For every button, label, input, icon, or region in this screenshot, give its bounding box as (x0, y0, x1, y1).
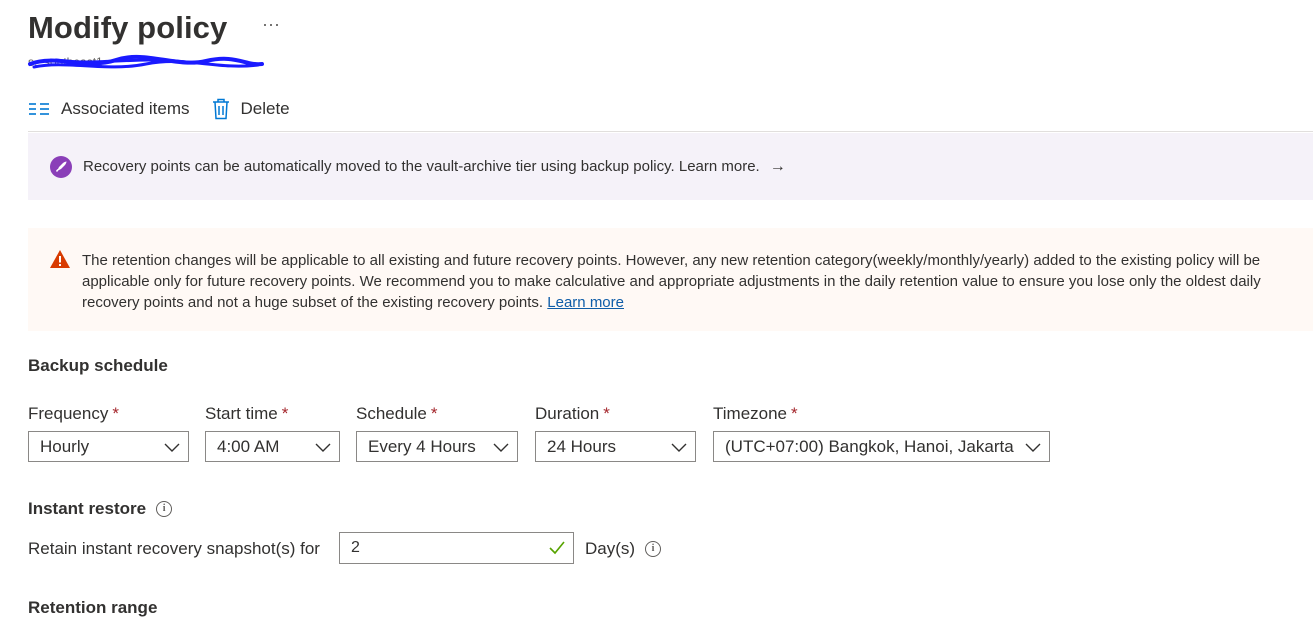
backup-schedule-heading: Backup schedule (28, 356, 168, 375)
instant-restore-heading: Instant restore i (28, 499, 173, 519)
redaction-scribble (28, 54, 264, 69)
checkmark-icon (549, 541, 565, 555)
page-title: Modify policy (28, 10, 228, 45)
rocket-icon (50, 155, 72, 178)
days-unit-label: Day(s) (585, 539, 636, 558)
start-time-value: 4:00 AM (217, 436, 280, 456)
retain-days-input[interactable] (339, 532, 574, 564)
duration-dropdown[interactable]: 24 Hours (535, 431, 696, 462)
chevron-down-icon (671, 443, 687, 452)
warning-text: The retention changes will be applicable… (82, 252, 1261, 311)
schedule-dropdown[interactable]: Every 4 Hours (356, 431, 518, 462)
info-banner-arrow[interactable]: → (770, 158, 786, 176)
schedule-value: Every 4 Hours (368, 436, 476, 456)
delete-button[interactable]: Delete (212, 98, 290, 120)
frequency-dropdown[interactable]: Hourly (28, 431, 189, 462)
chevron-down-icon (1025, 443, 1041, 452)
info-icon[interactable]: i (156, 501, 173, 517)
timezone-value: (UTC+07:00) Bangkok, Hanoi, Jakarta (725, 436, 1014, 456)
warning-learn-more-link[interactable]: Learn more (547, 294, 624, 311)
retention-range-heading: Retention range (28, 598, 158, 617)
warning-icon (50, 250, 70, 268)
retain-snapshots-label: Retain instant recovery snapshot(s) for (28, 539, 320, 558)
instant-restore-title: Instant restore (28, 499, 147, 518)
chevron-down-icon (164, 443, 180, 452)
duration-label: Duration * (535, 404, 610, 423)
toolbar-divider (28, 131, 1313, 132)
retain-unit: Day(s) i (585, 539, 662, 559)
delete-label: Delete (240, 99, 290, 118)
associated-items-button[interactable]: Associated items (28, 99, 190, 119)
warning-text-block: The retention changes will be applicable… (82, 250, 1292, 313)
frequency-label: Frequency * (28, 404, 119, 423)
associated-items-label: Associated items (61, 99, 190, 118)
archive-info-banner: Recovery points can be automatically mov… (28, 133, 1313, 200)
retention-warning-banner: The retention changes will be applicable… (28, 228, 1313, 331)
schedule-label: Schedule * (356, 404, 438, 423)
more-options-button[interactable]: ··· (262, 14, 280, 35)
info-banner-text: Recovery points can be automatically mov… (83, 158, 760, 175)
start-time-dropdown[interactable]: 4:00 AM (205, 431, 340, 462)
command-bar: Associated items Delete (28, 94, 290, 124)
duration-value: 24 Hours (547, 436, 616, 456)
trash-icon (212, 98, 229, 120)
list-icon (29, 103, 49, 115)
timezone-label: Timezone * (713, 404, 798, 423)
chevron-down-icon (493, 443, 509, 452)
frequency-value: Hourly (40, 436, 90, 456)
info-icon[interactable]: i (645, 541, 662, 557)
start-time-label: Start time * (205, 404, 289, 423)
chevron-down-icon (315, 443, 331, 452)
timezone-dropdown[interactable]: (UTC+07:00) Bangkok, Hanoi, Jakarta (713, 431, 1050, 462)
retain-days-field[interactable] (351, 539, 541, 557)
